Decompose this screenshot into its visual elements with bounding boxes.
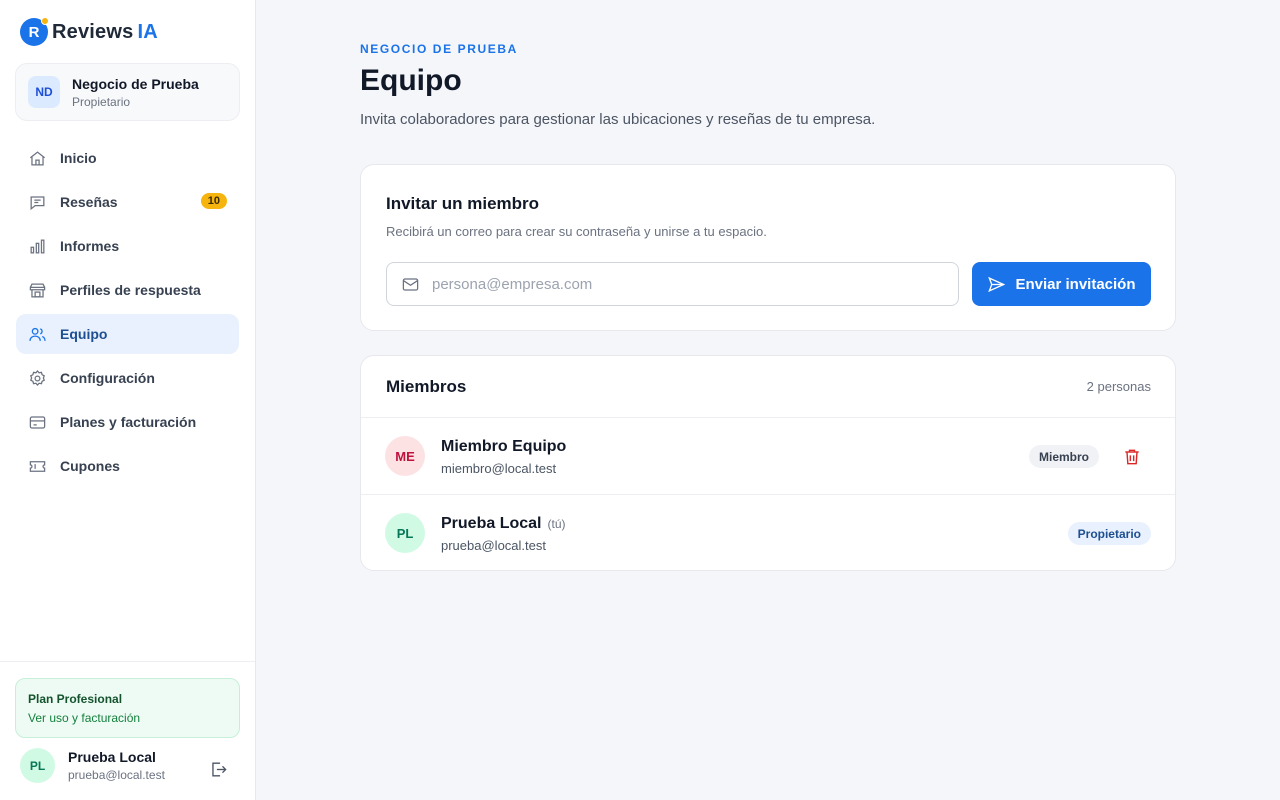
plan-usage-link[interactable]: Ver uso y facturación: [28, 711, 227, 725]
user-email: prueba@local.test: [68, 768, 165, 782]
page-subtitle: Invita colaboradores para gestionar las …: [360, 111, 876, 128]
ticket-icon: [29, 460, 46, 472]
member-email: prueba@local.test: [441, 538, 546, 553]
logo-dot: [41, 17, 49, 25]
page-title: Equipo: [360, 64, 462, 97]
send-invitation-label: Enviar invitación: [1015, 275, 1136, 293]
reviews-count-badge: 10: [200, 193, 227, 209]
sidebar-footer: Plan Profesional Ver uso y facturación P…: [0, 661, 255, 800]
remove-member-button[interactable]: [1122, 447, 1142, 467]
sidebar-item-inicio[interactable]: Inicio: [16, 138, 239, 178]
members-count: 2 personas: [1086, 379, 1151, 394]
plan-title: Plan Profesional: [28, 692, 123, 706]
send-invitation-button[interactable]: Enviar invitación: [972, 262, 1151, 306]
member-name-text: Miembro Equipo: [441, 438, 567, 455]
logout-icon: [211, 761, 227, 777]
logo-mark: R: [20, 17, 49, 46]
business-switcher[interactable]: ND Negocio de Prueba Propietario: [15, 63, 240, 121]
member-name: Prueba Local (tú): [441, 515, 565, 533]
sidebar-item-label: Configuración: [60, 370, 155, 386]
sidebar-item-label: Inicio: [60, 150, 97, 166]
mail-icon: [402, 277, 419, 291]
sidebar-item-label: Perfiles de respuesta: [60, 282, 201, 298]
app-name-accent: IA: [137, 20, 158, 43]
app-logo[interactable]: R Reviews IA: [20, 17, 158, 46]
credit-card-icon: [29, 415, 46, 429]
members-header: Miembros 2 personas: [361, 356, 1175, 418]
message-icon: [30, 195, 45, 210]
gear-icon: [29, 369, 46, 386]
app-name-main: Reviews: [52, 20, 134, 43]
app-name: Reviews IA: [52, 21, 158, 44]
business-role: Propietario: [72, 94, 131, 109]
business-eyebrow: NEGOCIO DE PRUEBA: [360, 42, 518, 56]
sidebar-item-informes[interactable]: Informes: [16, 226, 239, 266]
trash-icon: [1125, 449, 1139, 465]
sidebar-nav: Inicio Reseñas 10 Informes Perfiles de r…: [16, 138, 239, 490]
avatar: ME: [385, 436, 425, 476]
sidebar-item-label: Equipo: [60, 326, 108, 342]
business-avatar: ND: [28, 76, 60, 108]
bar-chart-icon: [30, 239, 45, 253]
sidebar-item-equipo[interactable]: Equipo: [16, 314, 239, 354]
sidebar-item-label: Planes y facturación: [60, 414, 197, 430]
email-input[interactable]: [432, 275, 932, 293]
sidebar-item-resenas[interactable]: Reseñas 10: [16, 182, 239, 222]
logo-letter: R: [28, 23, 40, 41]
plan-card[interactable]: Plan Profesional Ver uso y facturación: [15, 678, 240, 738]
home-icon: [29, 150, 46, 165]
avatar: PL: [385, 513, 425, 553]
sidebar-item-planes[interactable]: Planes y facturación: [16, 402, 239, 442]
table-row: ME Miembro Equipo miembro@local.test Mie…: [361, 418, 1175, 495]
invite-title: Invitar un miembro: [386, 194, 540, 213]
role-badge: Miembro: [1028, 445, 1099, 468]
member-name: Miembro Equipo: [441, 438, 566, 456]
invite-card: Invitar un miembro Recibirá un correo pa…: [360, 164, 1176, 331]
role-badge: Propietario: [1067, 522, 1151, 545]
member-email: miembro@local.test: [441, 461, 557, 476]
business-name: Negocio de Prueba: [72, 75, 199, 92]
members-card: Miembros 2 personas ME Miembro Equipo mi…: [360, 355, 1176, 571]
sidebar-item-perfiles[interactable]: Perfiles de respuesta: [16, 270, 239, 310]
sidebar-item-label: Reseñas: [60, 194, 118, 210]
storefront-icon: [29, 283, 46, 297]
current-user-tag: (tú): [547, 517, 566, 531]
invite-description: Recibirá un correo para crear su contras…: [386, 224, 767, 239]
send-icon: [988, 276, 1006, 292]
sidebar-item-cupones[interactable]: Cupones: [16, 446, 239, 486]
sidebar-item-label: Informes: [60, 238, 120, 254]
members-title: Miembros: [386, 377, 467, 396]
logout-button[interactable]: [207, 758, 229, 780]
user-name: Prueba Local: [68, 749, 156, 765]
avatar: PL: [20, 748, 55, 783]
member-name-text: Prueba Local: [441, 515, 542, 532]
sidebar-item-configuracion[interactable]: Configuración: [16, 358, 239, 398]
email-field[interactable]: [386, 262, 959, 306]
current-user: PL Prueba Local prueba@local.test: [20, 748, 165, 783]
users-icon: [29, 327, 46, 341]
sidebar: R Reviews IA ND Negocio de Prueba Propiet…: [0, 0, 256, 800]
sidebar-item-label: Cupones: [60, 458, 120, 474]
table-row: PL Prueba Local (tú) prueba@local.test Pr…: [361, 495, 1175, 572]
